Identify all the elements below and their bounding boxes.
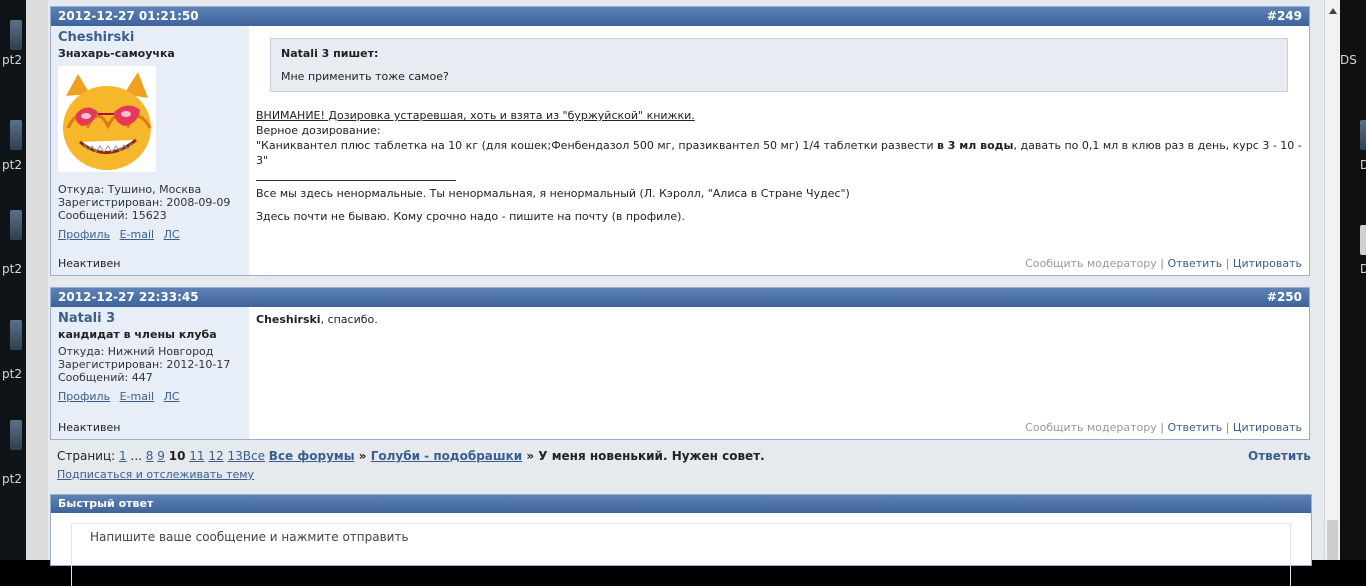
dosage-text: "Каниквантел плюс таблетка на 10 кг (для…: [256, 139, 1302, 167]
author-rank: Знахарь-самоучка: [58, 47, 175, 60]
post-datetime: 2012-12-27 22:33:45: [58, 290, 199, 304]
page-link[interactable]: 8: [146, 449, 154, 463]
reply-link[interactable]: Ответить: [1167, 421, 1222, 434]
author-status: Неактивен: [58, 257, 121, 270]
dosage-heading: Верное дозирование:: [256, 124, 381, 137]
author-panel: Cheshirski Знахарь-самоучка Откуда: Туши…: [51, 26, 249, 275]
page-link[interactable]: 13: [227, 449, 242, 463]
profile-link[interactable]: Профиль: [58, 228, 110, 241]
warning-line: ВНИМАНИЕ! Дозировка устаревшая, хоть и в…: [256, 109, 695, 122]
scroll-thumb[interactable]: [1327, 520, 1338, 560]
signature-quote: Все мы здесь ненормальные. Ты ненормальн…: [256, 187, 850, 200]
profile-link[interactable]: Профиль: [58, 390, 110, 403]
post-text: Cheshirski, спасибо.: [256, 313, 378, 326]
scroll-up-icon[interactable]: [1329, 8, 1337, 14]
page-link[interactable]: 1: [119, 449, 127, 463]
pager-label: Страниц:: [57, 449, 116, 463]
desktop-icon-label[interactable]: DS: [1340, 53, 1357, 67]
quick-reply-input[interactable]: Напишите ваше сообщение и нажмите отправ…: [71, 523, 1291, 586]
desktop-icon-label[interactable]: pt2: [2, 262, 22, 276]
author-name[interactable]: Natali 3: [58, 311, 242, 326]
signature-note: Здесь почти не бываю. Кому срочно надо -…: [256, 210, 685, 223]
vertical-scrollbar[interactable]: [1324, 0, 1341, 560]
forum-post: 2012-12-27 01:21:50 #249 Cheshirski Знах…: [50, 6, 1310, 276]
author-rank: кандидат в члены клуба: [58, 328, 217, 341]
subscribe-link[interactable]: Подписаться и отслеживать тему: [57, 468, 254, 481]
desktop-icon-label[interactable]: D: [1360, 158, 1366, 172]
desktop-left-strip: pt2 pt2 pt2 pt2 pt2: [0, 0, 26, 560]
desktop-icon-label[interactable]: pt2: [2, 53, 22, 67]
author-messages: Сообщений: 15623: [58, 209, 167, 222]
post-actions: Сообщить модератору | Ответить | Цитиров…: [1025, 257, 1302, 270]
desktop-file-icon[interactable]: [1360, 225, 1366, 255]
post-header: 2012-12-27 22:33:45 #250: [51, 288, 1309, 307]
author-location: Откуда: Нижний Новгород: [58, 345, 214, 358]
report-link[interactable]: Сообщить модератору: [1025, 421, 1157, 434]
email-link[interactable]: E-mail: [120, 228, 155, 241]
desktop-file-icon[interactable]: [10, 320, 22, 350]
signature-divider: [256, 180, 456, 181]
quote-block: Natali 3 пишет: Мне применить тоже самое…: [270, 38, 1288, 92]
breadcrumb: Все форумы » Голуби - подобрашки » У мен…: [268, 449, 765, 463]
desktop-icon-label[interactable]: pt2: [2, 367, 22, 381]
author-messages: Сообщений: 447: [58, 371, 153, 384]
email-link[interactable]: E-mail: [120, 390, 155, 403]
desktop-file-icon[interactable]: [10, 20, 22, 50]
reply-link[interactable]: Ответить: [1167, 257, 1222, 270]
page-link[interactable]: 12: [208, 449, 223, 463]
author-location: Откуда: Тушино, Москва: [58, 183, 202, 196]
desktop-icon-label[interactable]: pt2: [2, 472, 22, 486]
desktop-file-icon[interactable]: [10, 210, 22, 240]
forum-post: 2012-12-27 22:33:45 #250 Natali 3 кандид…: [50, 287, 1310, 440]
quick-reply-panel: Быстрый ответ Напишите ваше сообщение и …: [50, 494, 1312, 586]
post-datetime: 2012-12-27 01:21:50: [58, 9, 199, 23]
desktop-icon-label[interactable]: pt2: [2, 158, 22, 172]
pm-link[interactable]: ЛС: [164, 228, 180, 241]
topic-title: У меня новенький. Нужен совет.: [538, 449, 765, 463]
desktop-file-icon[interactable]: [1360, 120, 1366, 150]
desktop-icon-label[interactable]: D: [1360, 262, 1366, 276]
pagination-bar: Страниц: 1 ... 8 9 10 11 12 13Все Все фо…: [57, 449, 765, 463]
breadcrumb-section[interactable]: Голуби - подобрашки: [371, 449, 522, 463]
post-content: Cheshirski, спасибо. Сообщить модератору…: [249, 307, 1309, 439]
author-panel: Natali 3 кандидат в члены клуба Откуда: …: [51, 307, 249, 439]
post-header: 2012-12-27 01:21:50 #249: [51, 7, 1309, 26]
quote-link[interactable]: Цитировать: [1233, 257, 1302, 270]
desktop-file-icon[interactable]: [10, 420, 22, 450]
author-registered: Зарегистрирован: 2012-10-17: [58, 358, 231, 371]
post-actions: Сообщить модератору | Ответить | Цитиров…: [1025, 421, 1302, 434]
author-status: Неактивен: [58, 421, 121, 434]
quote-link[interactable]: Цитировать: [1233, 421, 1302, 434]
avatar: [58, 66, 156, 172]
desktop-file-icon[interactable]: [10, 120, 22, 150]
current-page: 10: [168, 449, 186, 463]
breadcrumb-forums[interactable]: Все форумы: [269, 449, 355, 463]
pm-link[interactable]: ЛС: [164, 390, 180, 403]
post-permalink[interactable]: #250: [1267, 288, 1302, 307]
quote-author: Natali 3 пишет:: [281, 47, 379, 60]
quick-reply-title: Быстрый ответ: [51, 495, 1311, 513]
author-name[interactable]: Cheshirski: [58, 30, 242, 45]
report-link[interactable]: Сообщить модератору: [1025, 257, 1157, 270]
reply-topic-button[interactable]: Ответить: [1248, 449, 1311, 463]
all-pages-link[interactable]: Все: [243, 449, 265, 463]
author-registered: Зарегистрирован: 2008-09-09: [58, 196, 231, 209]
page-link[interactable]: 9: [157, 449, 165, 463]
quote-text: Мне применить тоже самое?: [281, 70, 449, 83]
desktop-right-strip: DS D D: [1340, 0, 1366, 560]
mention: Cheshirski: [256, 313, 321, 326]
post-content: Natali 3 пишет: Мне применить тоже самое…: [249, 26, 1309, 275]
post-permalink[interactable]: #249: [1267, 7, 1302, 26]
page-link[interactable]: 11: [189, 449, 204, 463]
